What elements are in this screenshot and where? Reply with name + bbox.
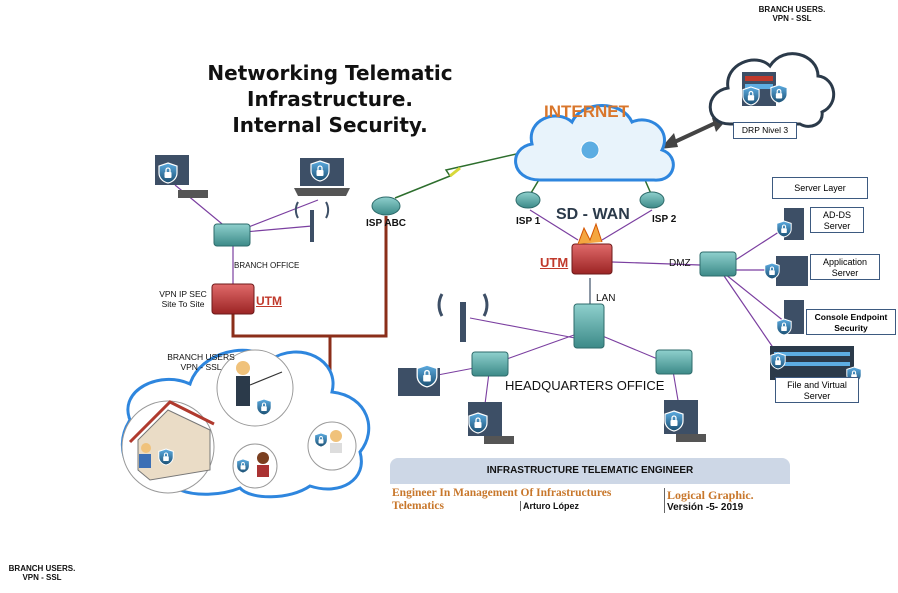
user-icon xyxy=(236,361,250,375)
firewall-icon xyxy=(211,283,255,315)
branch-users-bottom-line-1: BRANCH USERS. xyxy=(8,564,76,573)
server-stack xyxy=(764,208,862,384)
router-icon xyxy=(515,191,541,209)
utm-hq-label: UTM xyxy=(540,255,569,270)
footer-engineer: Engineer In Management Of Infrastructure… xyxy=(392,487,632,513)
isp1-router xyxy=(515,191,541,209)
utm-branch-label: UTM xyxy=(256,294,282,308)
file-line-2: Server xyxy=(803,391,831,401)
router-icon xyxy=(371,196,401,216)
console-line-2: Security xyxy=(834,323,868,333)
console-endpoint-box: Console Endpoint Security xyxy=(806,309,896,335)
lightning-link-abc xyxy=(394,151,526,199)
ad-ds-line-1: AD-DS xyxy=(822,210,851,220)
drp-label: DRP Nivel 3 xyxy=(733,122,797,139)
branch-laptop xyxy=(294,158,350,196)
engineer-line-2: Telematics xyxy=(392,500,444,512)
file-virtual-box: File and Virtual Server xyxy=(775,377,859,403)
branch-users-top-line-1: BRANCH USERS. xyxy=(758,5,826,14)
branch-users-bottom-label: BRANCH USERS. VPN - SSL xyxy=(2,564,82,582)
engineer-line-1: Engineer In Management Of Infrastructure… xyxy=(392,487,612,499)
branch-users-cloud-line-1: BRANCH USERS xyxy=(167,352,235,362)
user-icon xyxy=(330,430,342,442)
dmz-label: DMZ xyxy=(669,258,691,269)
utm-hq xyxy=(571,222,613,275)
page-title: Networking Telematic Infrastructure. Int… xyxy=(140,60,520,138)
footer-author: Arturo López xyxy=(520,501,579,511)
wifi-icon xyxy=(294,201,330,242)
application-line-2: Server xyxy=(831,268,859,278)
wifi-icon xyxy=(437,293,489,342)
application-line-1: Application xyxy=(822,257,868,267)
ad-ds-box: AD-DS Server xyxy=(810,207,864,233)
user-icon xyxy=(257,452,269,464)
switch-icon xyxy=(471,351,509,377)
internet-lock-icon xyxy=(580,140,600,160)
title-line-1: Networking Telematic Infrastructure. xyxy=(207,61,453,111)
switch-icon xyxy=(655,349,693,375)
switch-icon xyxy=(213,223,251,247)
router-icon xyxy=(639,191,665,209)
server-layer-box: Server Layer xyxy=(772,177,868,199)
branch-workstation xyxy=(155,155,208,198)
footer-version: Versión -5- 2019 xyxy=(664,502,743,513)
server-icon xyxy=(776,256,808,286)
vpn-ipsec-line-2: Site To Site xyxy=(161,299,205,309)
branch-users-cloud xyxy=(120,348,371,499)
branch-office-label: BRANCH OFFICE xyxy=(234,261,300,270)
sdwan-label: SD - WAN xyxy=(556,206,630,223)
isp-abc-label: ISP ABC xyxy=(366,218,407,229)
switch-icon xyxy=(699,251,737,277)
core-switch-icon xyxy=(573,303,605,349)
utm-branch xyxy=(211,283,255,315)
isp2-router xyxy=(639,191,665,209)
vpn-ipsec-label: VPN IP SEC Site To Site xyxy=(158,289,208,309)
lan-label: LAN xyxy=(596,293,616,304)
ad-ds-line-2: Server xyxy=(823,221,851,231)
isp-abc-router xyxy=(371,196,401,216)
file-line-1: File and Virtual xyxy=(787,380,847,390)
footer-heading: INFRASTRUCTURE TELEMATIC ENGINEER xyxy=(390,458,790,484)
firewall-icon xyxy=(571,243,613,275)
branch-users-top-label: BRANCH USERS. VPN - SSL xyxy=(750,5,834,23)
isp1-label: ISP 1 xyxy=(516,216,541,227)
drp-cloud xyxy=(708,52,836,128)
hq-laptop xyxy=(398,364,440,396)
console-line-1: Console Endpoint xyxy=(814,312,888,322)
headquarters-label: HEADQUARTERS OFFICE xyxy=(505,378,665,393)
isp2-label: ISP 2 xyxy=(652,214,677,225)
hq-workstation-left xyxy=(468,402,514,444)
application-box: Application Server xyxy=(810,254,880,280)
dmz-server-links xyxy=(719,227,786,366)
branch-users-cloud-label: BRANCH USERS VPN - SSL xyxy=(165,352,237,372)
hq-workstation-right xyxy=(664,400,706,442)
branch-users-cloud-line-2: VPN - SSL xyxy=(180,362,222,372)
internet-label: INTERNET xyxy=(544,102,629,121)
title-line-2: Internal Security. xyxy=(232,113,428,137)
wan-link-isp-abc xyxy=(231,216,388,338)
branch-users-bottom-line-2: VPN - SSL xyxy=(22,573,62,582)
footer-graphic: Logical Graphic. xyxy=(664,488,754,503)
vpn-ipsec-line-1: VPN IP SEC xyxy=(159,289,207,299)
branch-users-top-line-2: VPN - SSL xyxy=(772,14,812,23)
